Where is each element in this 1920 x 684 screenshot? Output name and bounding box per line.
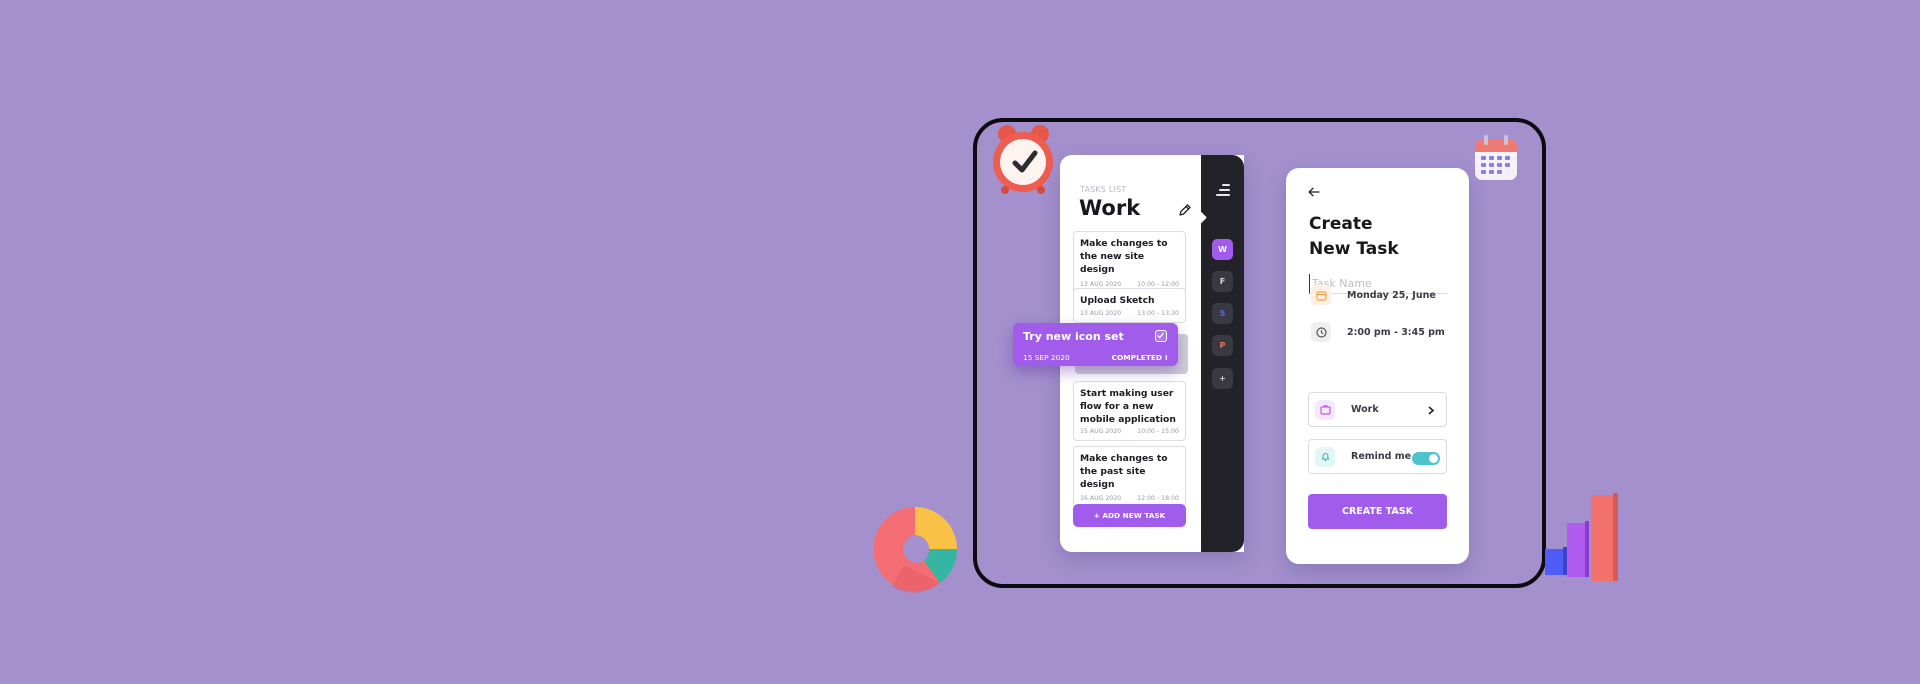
task-time: 12:00 - 18:00 — [1137, 495, 1179, 502]
bar-chart-icon — [1545, 493, 1618, 581]
checkbox[interactable] — [1155, 330, 1167, 342]
time-value: 2:00 pm - 3:45 pm — [1347, 326, 1445, 338]
donut-chart-icon — [873, 507, 958, 593]
title-line-2: New Task — [1309, 239, 1399, 259]
date-value: Monday 25, June — [1347, 289, 1436, 301]
list-kicker: TASKS LIST — [1080, 185, 1127, 194]
task-time: 13:00 - 13:30 — [1137, 310, 1179, 317]
task-date: 15 AUG 2020 — [1080, 428, 1122, 435]
sidebar-item-p[interactable]: P — [1212, 335, 1233, 356]
category-select[interactable]: Work — [1308, 392, 1447, 427]
bell-icon — [1315, 446, 1335, 467]
task-card[interactable]: Upload Sketch 13 AUG 2020 13:00 - 13:30 — [1073, 288, 1186, 323]
calendar-small-icon — [1311, 285, 1331, 305]
alarm-clock-icon — [993, 125, 1053, 194]
remind-label: Remind me — [1351, 451, 1412, 462]
menu-icon[interactable] — [1215, 184, 1230, 199]
task-card[interactable]: Make changes to the new site design 13 A… — [1073, 231, 1186, 294]
sidebar-item-work[interactable]: W — [1212, 239, 1233, 260]
page-title: Create New Task — [1309, 212, 1399, 262]
title-line-1: Create — [1309, 214, 1373, 234]
task-status: COMPLETED ! — [1111, 353, 1168, 362]
time-row[interactable]: 2:00 pm - 3:45 pm — [1311, 322, 1445, 342]
clock-icon — [1311, 322, 1331, 342]
pencil-icon[interactable] — [1178, 203, 1192, 217]
remind-toggle[interactable] — [1412, 452, 1440, 465]
list-title: Work — [1079, 196, 1141, 220]
check-icon — [1157, 332, 1164, 339]
task-title: Make changes to the past site design — [1080, 453, 1168, 490]
task-date: 13 AUG 2020 — [1080, 281, 1122, 288]
category-value: Work — [1351, 404, 1379, 415]
task-title: Try new icon set — [1023, 330, 1124, 343]
sidebar: W F S P + — [1194, 155, 1244, 552]
task-title: Make changes to the new site design — [1080, 238, 1168, 275]
sidebar-add-button[interactable]: + — [1212, 368, 1233, 389]
sidebar-item-s[interactable]: S — [1212, 303, 1233, 324]
back-arrow-icon[interactable] — [1308, 187, 1320, 197]
dragged-task-card[interactable]: Try new icon set 15 SEP 2020 COMPLETED ! — [1013, 323, 1178, 366]
sidebar-item-f[interactable]: F — [1212, 271, 1233, 292]
task-title: Start making user flow for a new mobile … — [1080, 388, 1176, 425]
task-time: 10:00 - 12:00 — [1137, 281, 1179, 288]
task-date: 15 SEP 2020 — [1023, 353, 1070, 362]
task-time: 10:00 - 15:00 — [1137, 428, 1179, 435]
task-card[interactable]: Make changes to the past site design 16 … — [1073, 446, 1186, 508]
add-new-task-button[interactable]: + ADD NEW TASK — [1073, 504, 1186, 527]
chevron-right-icon — [1428, 406, 1435, 415]
task-title: Upload Sketch — [1080, 295, 1155, 306]
date-row[interactable]: Monday 25, June — [1311, 285, 1436, 305]
remind-me-row: Remind me — [1308, 439, 1447, 474]
create-task-button[interactable]: CREATE TASK — [1308, 494, 1447, 529]
create-task-screen: Create New Task Monday 25, June 2:00 pm … — [1286, 168, 1469, 564]
task-date: 13 AUG 2020 — [1080, 310, 1122, 317]
briefcase-icon — [1315, 399, 1335, 420]
task-card[interactable]: Start making user flow for a new mobile … — [1073, 381, 1186, 441]
calendar-icon — [1475, 135, 1517, 180]
task-date: 16 AUG 2020 — [1080, 495, 1122, 502]
